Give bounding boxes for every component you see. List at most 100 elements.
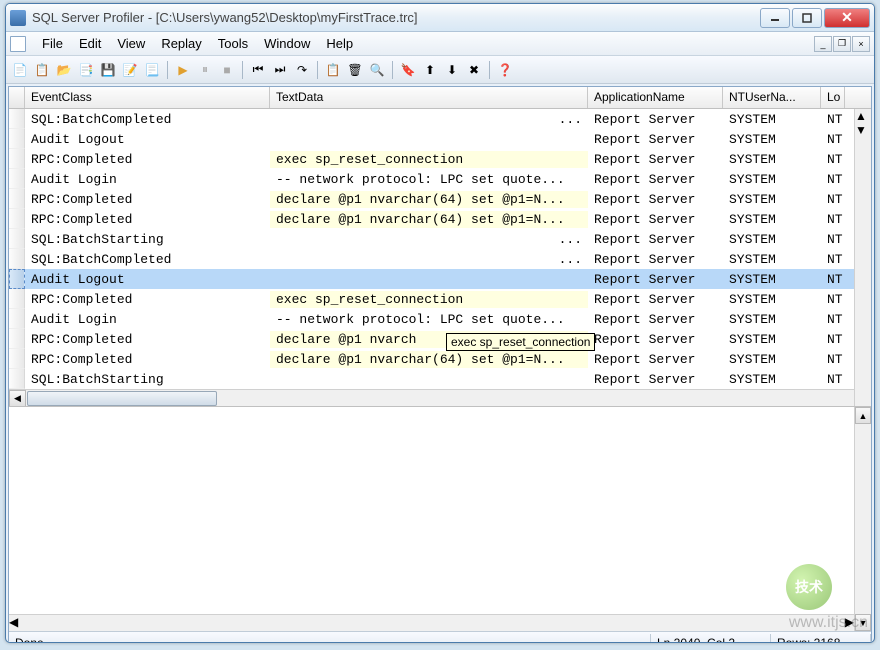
- run-icon[interactable]: ▶: [173, 60, 193, 80]
- scroll-thumb[interactable]: [27, 391, 217, 406]
- mdi-restore-button[interactable]: ❐: [833, 36, 851, 52]
- table-row[interactable]: Audit LogoutReport ServerSYSTEMNT: [9, 129, 871, 149]
- table-row[interactable]: SQL:BatchCompleted...Report ServerSYSTEM…: [9, 109, 871, 129]
- clear-icon[interactable]: 🗑: [345, 60, 365, 80]
- minimize-button[interactable]: [760, 8, 790, 28]
- table-row[interactable]: SQL:BatchCompleted...Report ServerSYSTEM…: [9, 249, 871, 269]
- bookmark-icon[interactable]: 🔖: [398, 60, 418, 80]
- row-header[interactable]: [9, 349, 25, 369]
- help-icon[interactable]: ❓: [495, 60, 515, 80]
- cell[interactable]: NT: [821, 191, 845, 208]
- cell[interactable]: Report Server: [588, 131, 723, 148]
- row-header-corner[interactable]: [9, 87, 25, 108]
- column-ntusername[interactable]: NTUserNa...: [723, 87, 821, 108]
- scroll-track[interactable]: [26, 390, 854, 407]
- cell[interactable]: RPC:Completed: [25, 291, 270, 308]
- table-row[interactable]: RPC:Completeddeclare @p1 nvarchar(64) se…: [9, 189, 871, 209]
- cell[interactable]: NT: [821, 251, 845, 268]
- cell[interactable]: RPC:Completed: [25, 211, 270, 228]
- cell[interactable]: Report Server: [588, 231, 723, 248]
- cell[interactable]: NT: [821, 231, 845, 248]
- table-row[interactable]: Audit Login-- network protocol: LPC set …: [9, 309, 871, 329]
- table-row[interactable]: RPC:Completeddeclare @p1 nvarchReport Se…: [9, 329, 871, 349]
- step-icon[interactable]: ⏭: [270, 60, 290, 80]
- cell[interactable]: SQL:BatchStarting: [25, 231, 270, 248]
- cell[interactable]: SYSTEM: [723, 111, 821, 128]
- table-row[interactable]: SQL:BatchStartingReport ServerSYSTEMNT: [9, 369, 871, 389]
- cell[interactable]: declare @p1 nvarchar(64) set @p1=N...: [270, 191, 588, 208]
- cell[interactable]: SYSTEM: [723, 151, 821, 168]
- cell[interactable]: SYSTEM: [723, 191, 821, 208]
- titlebar[interactable]: SQL Server Profiler - [C:\Users\ywang52\…: [6, 4, 874, 32]
- cell[interactable]: SYSTEM: [723, 211, 821, 228]
- grid-horizontal-scrollbar[interactable]: ◀ ▶: [9, 389, 871, 406]
- column-loginname[interactable]: Lo: [821, 87, 845, 108]
- row-header[interactable]: [9, 309, 25, 329]
- cell[interactable]: Report Server: [588, 191, 723, 208]
- clear-bookmark-icon[interactable]: ✖: [464, 60, 484, 80]
- menu-window[interactable]: Window: [256, 34, 318, 53]
- cell[interactable]: RPC:Completed: [25, 191, 270, 208]
- column-applicationname[interactable]: ApplicationName: [588, 87, 723, 108]
- cell[interactable]: Audit Logout: [25, 131, 270, 148]
- row-header[interactable]: [9, 289, 25, 309]
- cell[interactable]: [270, 378, 588, 380]
- copy-icon[interactable]: 📋: [323, 60, 343, 80]
- cell[interactable]: Report Server: [588, 151, 723, 168]
- cell[interactable]: SQL:BatchCompleted: [25, 251, 270, 268]
- menu-help[interactable]: Help: [318, 34, 361, 53]
- cell[interactable]: [270, 278, 588, 280]
- step-left-icon[interactable]: ⏮: [248, 60, 268, 80]
- row-header[interactable]: [9, 149, 25, 169]
- menu-file[interactable]: File: [34, 34, 71, 53]
- cell[interactable]: NT: [821, 211, 845, 228]
- row-header[interactable]: [9, 229, 25, 249]
- column-textdata[interactable]: TextData: [270, 87, 588, 108]
- scroll-left-icon[interactable]: ◀: [9, 390, 26, 407]
- cell[interactable]: SYSTEM: [723, 311, 821, 328]
- cell[interactable]: Report Server: [588, 251, 723, 268]
- cell[interactable]: declare @p1 nvarchar(64) set @p1=N...: [270, 211, 588, 228]
- row-header[interactable]: [9, 209, 25, 229]
- cell[interactable]: declare @p1 nvarchar(64) set @p1=N...: [270, 351, 588, 368]
- cell[interactable]: Report Server: [588, 331, 723, 348]
- cell[interactable]: -- network protocol: LPC set quote...: [270, 311, 588, 328]
- open-file-icon[interactable]: 📂: [54, 60, 74, 80]
- cell[interactable]: SYSTEM: [723, 331, 821, 348]
- cell[interactable]: Audit Login: [25, 171, 270, 188]
- cell[interactable]: NT: [821, 131, 845, 148]
- new-template-icon[interactable]: 📋: [32, 60, 52, 80]
- cell[interactable]: SYSTEM: [723, 171, 821, 188]
- cell[interactable]: SYSTEM: [723, 251, 821, 268]
- cell[interactable]: exec sp_reset_connection: [270, 151, 588, 168]
- stop-icon[interactable]: ■: [217, 60, 237, 80]
- cell[interactable]: SYSTEM: [723, 371, 821, 388]
- save-icon[interactable]: 💾: [98, 60, 118, 80]
- cell[interactable]: RPC:Completed: [25, 331, 270, 348]
- table-row[interactable]: RPC:Completedexec sp_reset_connectionRep…: [9, 289, 871, 309]
- cell[interactable]: SYSTEM: [723, 351, 821, 368]
- mdi-close-button[interactable]: ×: [852, 36, 870, 52]
- cell[interactable]: ...: [270, 251, 588, 268]
- row-header[interactable]: [9, 329, 25, 349]
- row-header[interactable]: [9, 269, 25, 289]
- cell[interactable]: NT: [821, 151, 845, 168]
- cell[interactable]: RPC:Completed: [25, 151, 270, 168]
- menu-tools[interactable]: Tools: [210, 34, 256, 53]
- cell[interactable]: NT: [821, 291, 845, 308]
- row-header[interactable]: [9, 189, 25, 209]
- cell[interactable]: NT: [821, 171, 845, 188]
- cell[interactable]: SYSTEM: [723, 271, 821, 288]
- template-icon[interactable]: 📃: [142, 60, 162, 80]
- detail-pane[interactable]: ▲ ▼ ◀ ▶: [9, 406, 871, 631]
- table-row[interactable]: RPC:Completeddeclare @p1 nvarchar(64) se…: [9, 209, 871, 229]
- detail-vertical-scrollbar[interactable]: ▲ ▼: [854, 407, 871, 631]
- row-header[interactable]: [9, 129, 25, 149]
- cell[interactable]: Audit Login: [25, 311, 270, 328]
- open-table-icon[interactable]: 📑: [76, 60, 96, 80]
- cell[interactable]: Report Server: [588, 211, 723, 228]
- cell[interactable]: NT: [821, 111, 845, 128]
- detail-horizontal-scrollbar[interactable]: ◀ ▶: [9, 614, 854, 631]
- find-icon[interactable]: 🔍: [367, 60, 387, 80]
- menu-view[interactable]: View: [109, 34, 153, 53]
